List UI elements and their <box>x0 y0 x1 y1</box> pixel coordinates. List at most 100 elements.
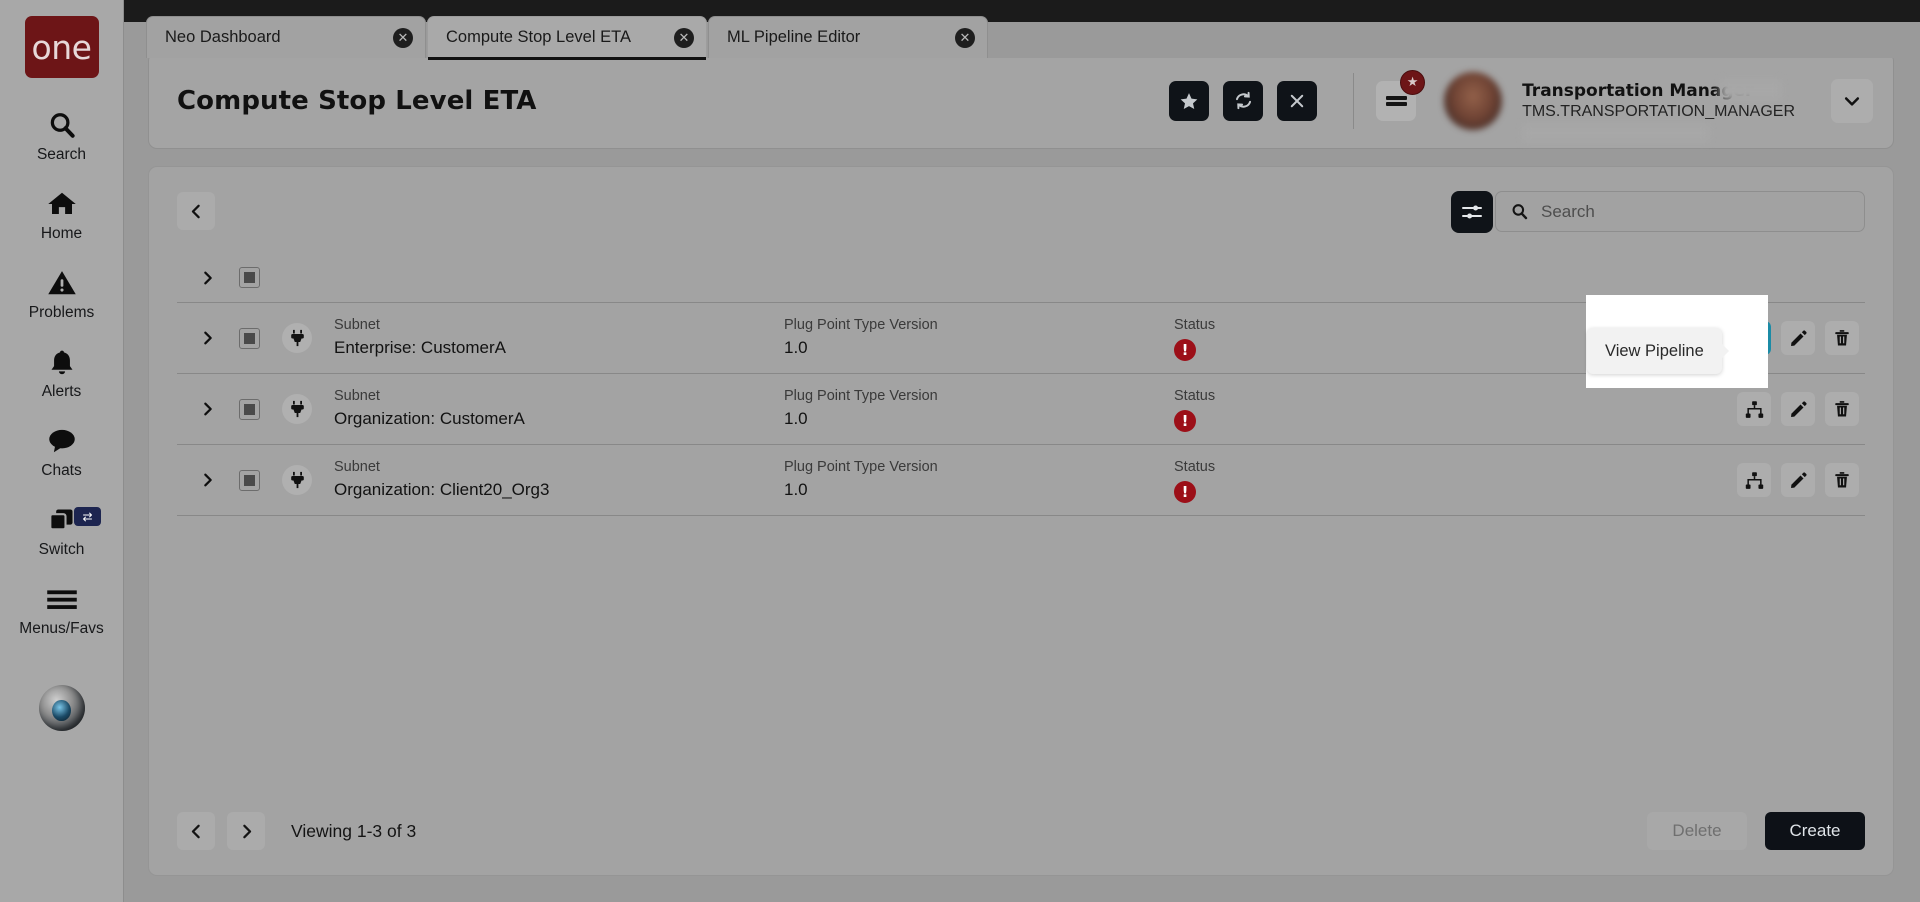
plug-icon <box>282 323 312 353</box>
delete-button[interactable] <box>1825 392 1859 426</box>
tab-ml-pipeline-editor[interactable]: ML Pipeline Editor ✕ <box>708 16 988 58</box>
view-pipeline-tooltip: View Pipeline <box>1587 328 1729 374</box>
row-checkbox[interactable] <box>239 398 260 420</box>
table-toolbar <box>149 167 1893 253</box>
sidebar-item-switch[interactable]: ⇄ Switch <box>0 501 123 559</box>
search-box[interactable] <box>1495 191 1865 232</box>
page-header: Compute Stop Level ETA ★ Transportation … <box>148 52 1894 149</box>
menus-favorites-button[interactable]: ★ <box>1376 69 1426 121</box>
row-version-value: 1.0 <box>784 409 808 429</box>
sidebar-item-label: Problems <box>28 304 95 321</box>
row-name-cell: Subnet Organization: CustomerA <box>334 386 784 432</box>
error-exclamation-icon: ! <box>1174 339 1196 361</box>
row-name-label: Subnet <box>334 459 380 476</box>
plug-icon <box>282 465 312 495</box>
tooltip-label: View Pipeline <box>1605 341 1704 360</box>
delete-button[interactable] <box>1825 463 1859 497</box>
next-page-button[interactable] <box>227 812 265 850</box>
row-status-label: Status <box>1174 316 1216 333</box>
sidebar-item-menus-favs[interactable]: Menus/Favs <box>0 580 123 638</box>
plug-icon <box>282 394 312 424</box>
refresh-icon <box>1233 90 1254 111</box>
sidebar-item-chats[interactable]: Chats <box>0 422 123 480</box>
star-icon <box>1179 91 1199 111</box>
header-divider <box>1353 72 1355 129</box>
chat-bubble-icon <box>46 422 78 460</box>
row-checkbox[interactable] <box>239 469 260 491</box>
row-version-label: Plug Point Type Version <box>784 317 938 334</box>
warning-triangle-icon <box>46 264 78 302</box>
edit-button[interactable] <box>1781 321 1815 355</box>
delete-button[interactable]: Delete <box>1647 812 1747 850</box>
hamburger-icon <box>46 580 78 618</box>
close-icon[interactable]: ✕ <box>393 27 413 48</box>
pagination-status: Viewing 1-3 of 3 <box>291 820 417 841</box>
main-content-card: Subnet Enterprise: CustomerA Plug Point … <box>148 166 1894 876</box>
sidebar-item-home[interactable]: Home <box>0 185 123 243</box>
row-checkbox[interactable] <box>239 327 260 349</box>
row-name-label: Subnet <box>334 388 380 405</box>
close-icon[interactable]: ✕ <box>955 27 975 48</box>
footer-action-group: Delete Create <box>1647 812 1865 850</box>
sidebar-item-label: Home <box>40 225 83 242</box>
delete-button[interactable] <box>1825 321 1859 355</box>
row-version-cell: Plug Point Type Version 1.0 <box>784 315 1174 361</box>
chevron-right-icon[interactable] <box>191 330 225 346</box>
select-all-checkbox[interactable] <box>239 267 260 288</box>
redacted-region <box>1522 122 1711 143</box>
favorite-button[interactable] <box>1169 80 1210 121</box>
row-status-cell: Status ! <box>1174 457 1474 503</box>
row-name-cell: Subnet Organization: Client20_Org3 <box>334 457 784 503</box>
row-version-value: 1.0 <box>784 480 808 500</box>
row-status-cell: Status ! <box>1174 386 1474 432</box>
browser-tab-strip: Neo Dashboard ✕ Compute Stop Level ETA ✕… <box>124 0 1920 60</box>
filter-sliders-icon <box>1460 200 1484 224</box>
user-menu-toggle[interactable] <box>1831 78 1873 123</box>
view-pipeline-button[interactable] <box>1737 392 1771 426</box>
avatar[interactable] <box>38 685 85 731</box>
prev-page-button[interactable] <box>177 812 215 850</box>
back-button[interactable] <box>177 192 215 230</box>
row-name-label: Subnet <box>334 317 380 334</box>
edit-button[interactable] <box>1781 463 1815 497</box>
sidebar-item-label: Alerts <box>41 383 82 400</box>
chevron-right-icon[interactable] <box>191 270 225 286</box>
tab-compute-stop-level-eta[interactable]: Compute Stop Level ETA ✕ <box>427 16 707 60</box>
avatar[interactable] <box>1444 71 1503 130</box>
left-nav-rail: one Search Home Problems Alerts Chats ⇄ … <box>0 0 124 902</box>
swap-arrows-icon[interactable]: ⇄ <box>74 507 101 526</box>
refresh-button[interactable] <box>1223 80 1264 121</box>
chevron-right-icon[interactable] <box>191 401 225 417</box>
row-action-group <box>1737 463 1865 497</box>
table-footer: Viewing 1-3 of 3 Delete Create <box>177 809 1865 853</box>
chevron-down-icon <box>1842 91 1862 111</box>
redacted-region <box>1720 78 1783 101</box>
search-input[interactable] <box>1541 201 1850 222</box>
row-version-value: 1.0 <box>784 338 808 358</box>
close-page-button[interactable] <box>1277 80 1318 121</box>
sidebar-item-problems[interactable]: Problems <box>0 264 123 322</box>
user-info: Transportation Manager TMS.TRANSPORTATIO… <box>1522 78 1795 143</box>
close-x-icon <box>1288 92 1306 110</box>
home-icon <box>46 185 78 223</box>
sidebar-item-search[interactable]: Search <box>0 106 123 164</box>
row-status-label: Status <box>1174 387 1216 404</box>
row-action-group <box>1737 392 1865 426</box>
chevron-left-icon <box>188 203 205 220</box>
edit-button[interactable] <box>1781 392 1815 426</box>
filter-button[interactable] <box>1451 191 1493 233</box>
error-exclamation-icon: ! <box>1174 410 1196 432</box>
close-icon[interactable]: ✕ <box>674 27 694 48</box>
sidebar-item-label: Chats <box>41 462 82 479</box>
view-pipeline-button[interactable] <box>1737 463 1771 497</box>
error-exclamation-icon: ! <box>1174 481 1196 503</box>
page-title: Compute Stop Level ETA <box>177 85 537 116</box>
sidebar-item-label: Switch <box>38 541 85 558</box>
create-button[interactable]: Create <box>1765 812 1865 850</box>
table-row[interactable]: Subnet Organization: Client20_Org3 Plug … <box>177 445 1865 516</box>
row-status-cell: Status ! <box>1174 315 1474 361</box>
chevron-right-icon[interactable] <box>191 472 225 488</box>
sidebar-item-alerts[interactable]: Alerts <box>0 343 123 401</box>
app-logo[interactable]: one <box>24 16 99 78</box>
tab-neo-dashboard[interactable]: Neo Dashboard ✕ <box>146 16 426 58</box>
